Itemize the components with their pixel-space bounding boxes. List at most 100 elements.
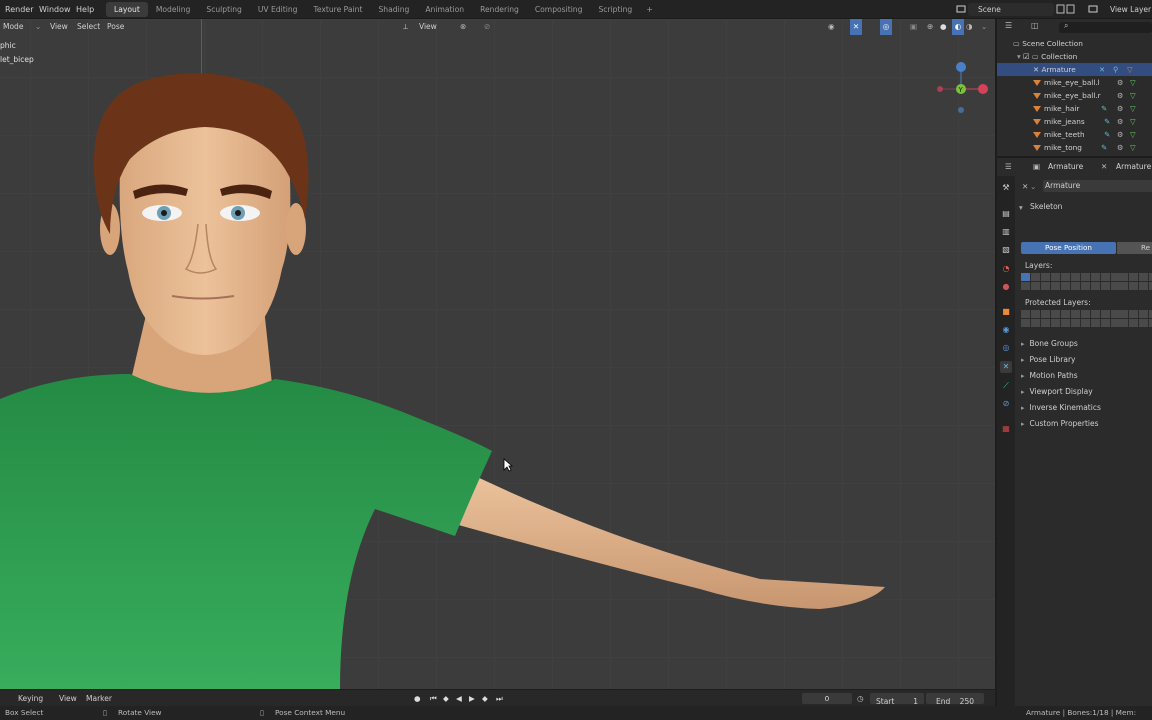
bone-layers-grid[interactable] (1021, 273, 1120, 290)
character-model[interactable] (0, 19, 995, 689)
mesh-data-icon[interactable]: ▽ (1130, 128, 1136, 141)
tab-scripting[interactable]: Scripting (590, 2, 640, 17)
expand-icon[interactable]: ▾ (1017, 52, 1021, 61)
jump-end-icon[interactable]: ⏭ (496, 690, 503, 707)
outliner-row-mesh[interactable]: mike_eye_ball.r ⚙ ▽ (997, 89, 1152, 102)
datablock-dropdown-icon[interactable]: ⌄ (1030, 182, 1036, 191)
tab-texture-paint[interactable]: Texture Paint (305, 2, 370, 17)
menu-window[interactable]: Window (39, 0, 71, 19)
outliner-row-mesh[interactable]: mike_tong ✎ ⚙ ▽ (997, 141, 1152, 154)
tab-compositing[interactable]: Compositing (527, 2, 591, 17)
world-tab-icon[interactable]: ● (1000, 281, 1012, 293)
mesh-data-icon[interactable]: ▽ (1130, 102, 1136, 115)
bone-tab-icon[interactable]: ⟋ (1000, 380, 1012, 392)
skeleton-expand-icon[interactable]: ▾ (1019, 203, 1023, 212)
properties-editor-type-icon[interactable]: ☰ (1005, 158, 1012, 175)
texture-tab-icon[interactable]: ▦ (1000, 423, 1012, 435)
next-keyframe-icon[interactable]: ◆ (482, 690, 488, 707)
tool-tab-icon[interactable]: ⚒ (1000, 182, 1012, 194)
modifier-icon[interactable]: ⚙ (1117, 89, 1124, 102)
panel-pose-library[interactable]: Pose Library (1021, 355, 1076, 364)
pose-icon[interactable]: ⚲ (1113, 63, 1118, 76)
mesh-data-icon[interactable]: ▽ (1130, 89, 1136, 102)
wrench-icon[interactable]: ✎ (1104, 115, 1110, 128)
bone-layers-grid-2[interactable] (1119, 273, 1152, 290)
play-icon[interactable]: ▶ (469, 690, 475, 707)
panel-custom-properties[interactable]: Custom Properties (1021, 419, 1099, 428)
header-data-name[interactable]: Armature (1116, 158, 1151, 175)
end-frame-field[interactable]: End 250 (926, 693, 984, 706)
play-reverse-icon[interactable]: ◀ (456, 690, 462, 707)
outliner-row-mesh[interactable]: mike_hair ✎ ⚙ ▽ (997, 102, 1152, 115)
outliner-row-armature[interactable]: ✕ Armature ✕ ⚲ ▽ (997, 63, 1152, 76)
object-tab-icon[interactable]: ■ (1000, 306, 1012, 318)
rest-position-button[interactable]: Re (1117, 242, 1152, 254)
timeline-menu-marker[interactable]: Marker (86, 690, 112, 707)
3d-viewport[interactable]: Mode ⌄ View Select Pose ⟂ View ⊗ ⊘ ◉ ✕ ◎… (0, 19, 995, 689)
scene-tab-icon[interactable]: ◔ (1000, 263, 1012, 275)
tab-layout[interactable]: Layout (106, 2, 148, 17)
outliner-row-mesh[interactable]: mike_jeans ✎ ⚙ ▽ (997, 115, 1152, 128)
outliner-row-scene-collection[interactable]: ▭ Scene Collection (997, 37, 1152, 50)
record-icon[interactable]: ● (414, 690, 421, 707)
panel-motion-paths[interactable]: Motion Paths (1021, 371, 1078, 380)
scene-copy-icon[interactable] (1056, 4, 1076, 14)
panel-inverse-kinematics[interactable]: Inverse Kinematics (1021, 403, 1101, 412)
tab-animation[interactable]: Animation (417, 2, 472, 17)
protected-layers-grid-2[interactable] (1119, 310, 1152, 327)
panel-viewport-display[interactable]: Viewport Display (1021, 387, 1093, 396)
outliner-search-input[interactable]: ⌕ (1059, 21, 1152, 33)
timeline-menu-keying[interactable]: Keying (18, 690, 43, 707)
wrench-icon[interactable]: ✎ (1101, 102, 1107, 115)
panel-bone-groups[interactable]: Bone Groups (1021, 339, 1078, 348)
modifiers-tab-icon[interactable]: ◉ (1000, 324, 1012, 336)
menu-render[interactable]: Render (5, 0, 33, 19)
constraint-icon[interactable]: ▽ (1127, 63, 1133, 76)
timeline-menu-view[interactable]: View (59, 690, 77, 707)
outliner-display-mode-icon[interactable]: ◫ (1031, 21, 1039, 30)
mesh-data-icon[interactable]: ▽ (1130, 141, 1136, 154)
view-layer-selector[interactable]: View Layer (1096, 3, 1152, 16)
add-workspace-icon[interactable]: + (640, 2, 659, 17)
datablock-field[interactable]: Armature (1043, 180, 1152, 192)
modifier-icon[interactable]: ⚙ (1117, 76, 1124, 89)
checkbox-icon[interactable]: ☑ (1023, 52, 1030, 61)
mesh-icon (1033, 93, 1041, 99)
wrench-icon[interactable]: ✎ (1101, 141, 1107, 154)
tab-sculpting[interactable]: Sculpting (198, 2, 249, 17)
tab-shading[interactable]: Shading (370, 2, 417, 17)
skeleton-panel-title[interactable]: Skeleton (1030, 202, 1062, 211)
modifier-icon[interactable]: ⚙ (1117, 128, 1124, 141)
outliner-row-mesh[interactable]: mike_eye_ball.l ⚙ ▽ (997, 76, 1152, 89)
modifier-icon[interactable]: ⚙ (1117, 115, 1124, 128)
view-layer-tab-icon[interactable]: ▧ (1000, 244, 1012, 256)
clock-icon[interactable]: ◷ (857, 690, 864, 707)
current-frame-field[interactable]: 0 (802, 693, 852, 704)
pose-position-button[interactable]: Pose Position (1021, 242, 1116, 254)
modifier-icon[interactable]: ⚙ (1117, 102, 1124, 115)
protected-layers-grid[interactable] (1021, 310, 1120, 327)
wrench-icon[interactable]: ✎ (1104, 128, 1110, 141)
mesh-data-icon[interactable]: ▽ (1130, 115, 1136, 128)
tab-modeling[interactable]: Modeling (148, 2, 199, 17)
modifier-icon[interactable]: ⚙ (1117, 141, 1124, 154)
start-frame-field[interactable]: Start 1 (870, 693, 924, 706)
scene-selector[interactable]: Scene (968, 3, 1054, 16)
outliner-row-collection[interactable]: ▾ ☑ ▭ Collection (997, 50, 1152, 63)
bone-constraint-tab-icon[interactable]: ⊘ (1000, 398, 1012, 410)
output-tab-icon[interactable]: ▥ (1000, 226, 1012, 238)
mesh-data-icon[interactable]: ▽ (1130, 76, 1136, 89)
jump-start-icon[interactable]: ⏮ (430, 690, 437, 707)
outliner-row-mesh[interactable]: mike_teeth ✎ ⚙ ▽ (997, 128, 1152, 141)
constraints-tab-icon[interactable]: ◎ (1000, 342, 1012, 354)
prev-keyframe-icon[interactable]: ◆ (443, 690, 449, 707)
menu-help[interactable]: Help (76, 0, 94, 19)
header-object-name[interactable]: Armature (1048, 158, 1083, 175)
armature-data-tab-icon[interactable]: ✕ (1000, 361, 1012, 373)
render-tab-icon[interactable]: ▤ (1000, 208, 1012, 220)
tab-uv-editing[interactable]: UV Editing (250, 2, 306, 17)
armature-data-icon[interactable]: ✕ (1099, 63, 1105, 76)
properties-header: ☰ ▣ Armature ✕ Armature (997, 158, 1152, 175)
tab-rendering[interactable]: Rendering (472, 2, 527, 17)
outliner-editor-type-icon[interactable]: ☰ (1005, 21, 1012, 30)
